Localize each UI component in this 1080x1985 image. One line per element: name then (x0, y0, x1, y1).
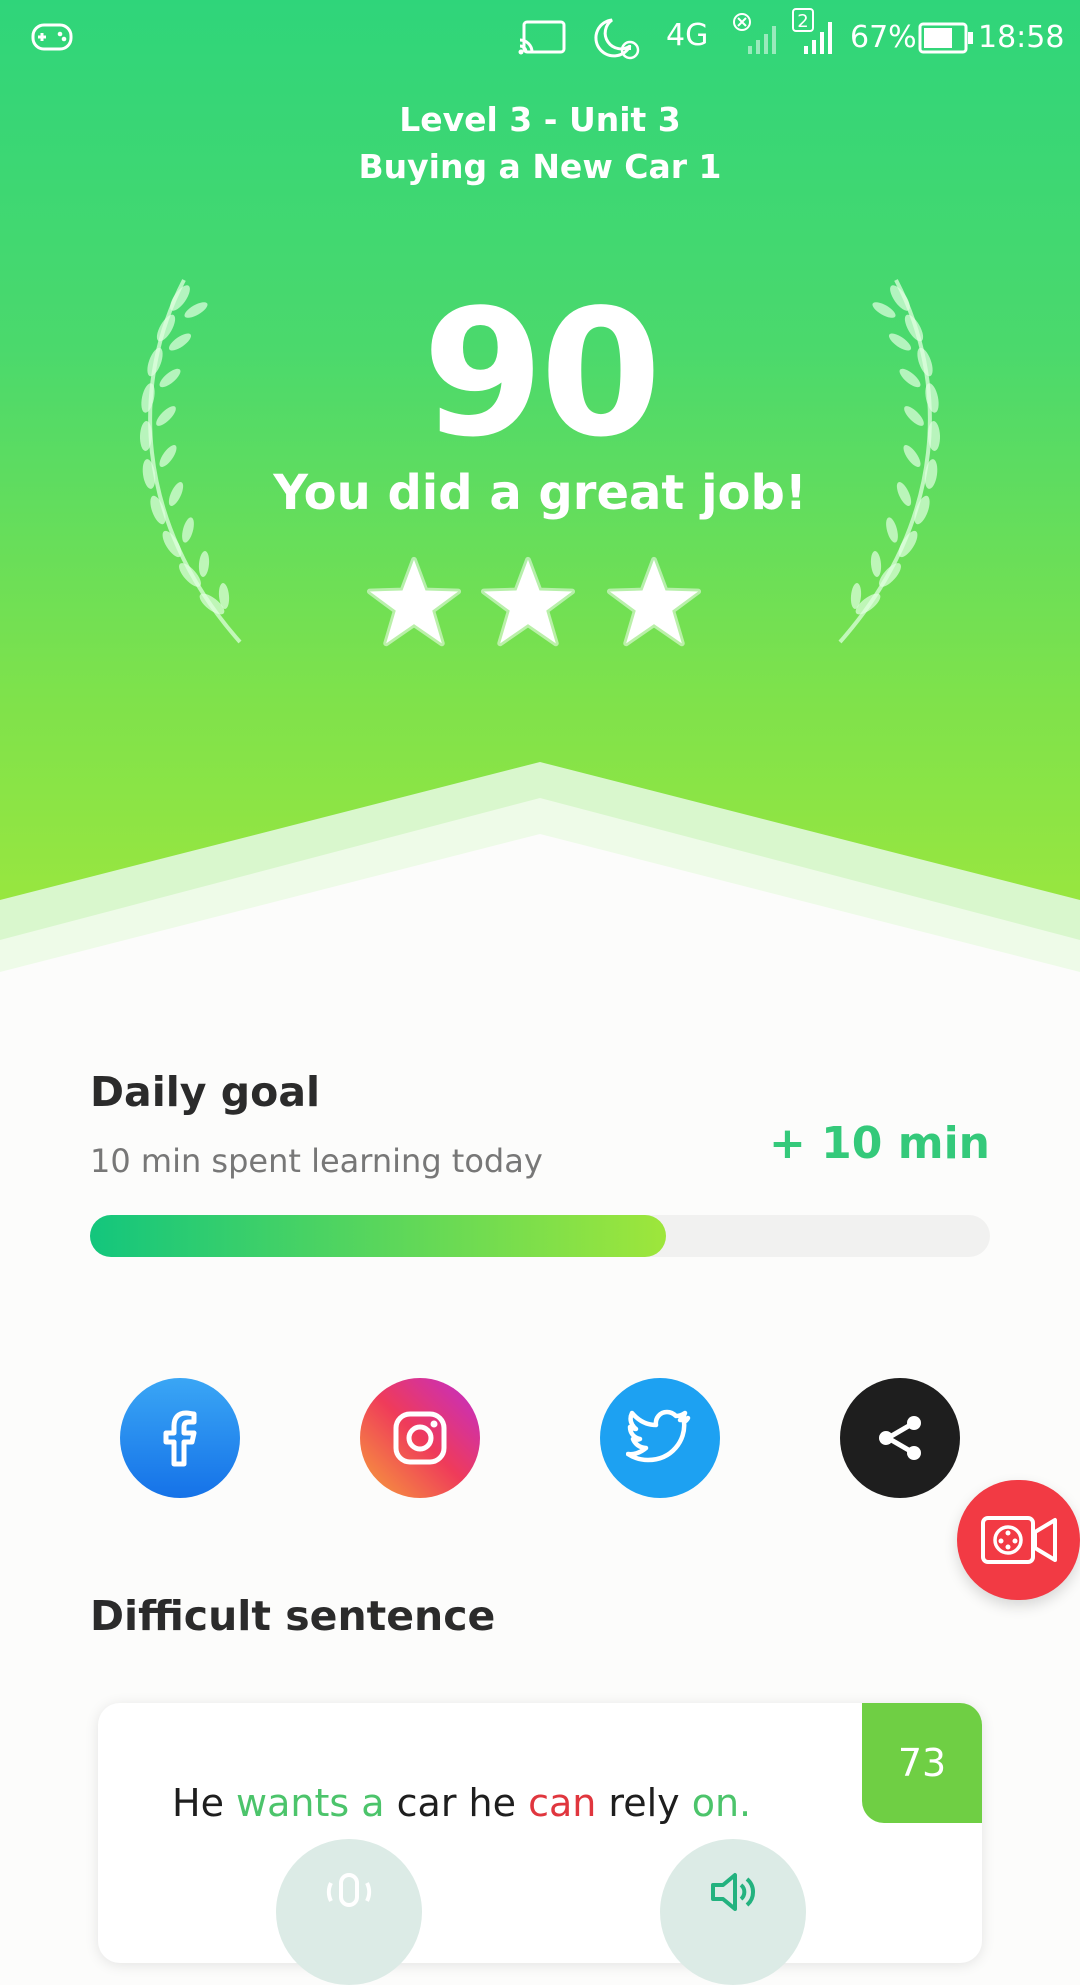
clock: 18:58 (978, 20, 1065, 55)
sentence-word: wants a (236, 1781, 385, 1825)
sim1-no-service-icon (730, 12, 782, 69)
cast-icon (518, 18, 568, 67)
screen-record-button[interactable] (957, 1480, 1080, 1600)
facebook-icon (163, 1410, 197, 1467)
sentence-score-badge: 73 (862, 1703, 982, 1823)
lesson-level-unit: Level 3 - Unit 3 (399, 100, 681, 139)
twitter-share-button[interactable] (600, 1378, 720, 1498)
daily-goal-subtitle: 10 min spent learning today (90, 1142, 543, 1180)
sentence-word: car he (384, 1781, 529, 1825)
sentence-word: on. (691, 1781, 752, 1825)
battery-icon (918, 22, 974, 65)
sim2-signal-icon: 2 (792, 8, 844, 69)
lesson-title: Buying a New Car 1 (358, 147, 722, 186)
star-icon (366, 556, 462, 647)
difficult-sentence-text: He wants a car he can rely on. (172, 1781, 751, 1825)
daily-goal-progress-bar (90, 1215, 990, 1257)
daily-goal-title: Daily goal (90, 1068, 321, 1116)
do-not-disturb-alarm-icon (590, 14, 642, 73)
facebook-share-button[interactable] (120, 1378, 240, 1498)
star-icon (606, 556, 702, 647)
video-record-icon (980, 1516, 1057, 1564)
result-message: You did a great job! (273, 465, 807, 521)
instagram-icon (393, 1411, 447, 1465)
network-type: 4G (666, 18, 709, 53)
speaker-icon (711, 1873, 755, 1911)
sentence-word: He (172, 1781, 237, 1825)
star-icon (480, 556, 576, 647)
instagram-share-button[interactable] (360, 1378, 480, 1498)
daily-goal-gain: + 10 min (769, 1118, 990, 1169)
share-icon (879, 1416, 921, 1460)
gamepad-icon (30, 20, 74, 65)
sentence-word: rely (596, 1781, 692, 1825)
star-rating (0, 555, 1080, 655)
play-audio-button[interactable] (660, 1839, 806, 1985)
twitter-icon (626, 1409, 691, 1463)
battery-percent: 67% (850, 20, 917, 55)
difficult-sentence-title: Difficult sentence (90, 1592, 496, 1640)
microphone-icon (326, 1873, 372, 1907)
status-bar: 4G 2 67% 18:58 (0, 0, 1080, 76)
daily-goal-progress-fill (90, 1215, 666, 1257)
sentence-word: can (528, 1781, 597, 1825)
hero-divider (0, 762, 1080, 1040)
difficult-sentence-card: He wants a car he can rely on. 73 (98, 1703, 982, 1985)
share-button[interactable] (840, 1378, 960, 1498)
record-voice-button[interactable] (276, 1839, 422, 1985)
svg-text:2: 2 (797, 11, 808, 32)
score-value: 90 (422, 273, 662, 476)
